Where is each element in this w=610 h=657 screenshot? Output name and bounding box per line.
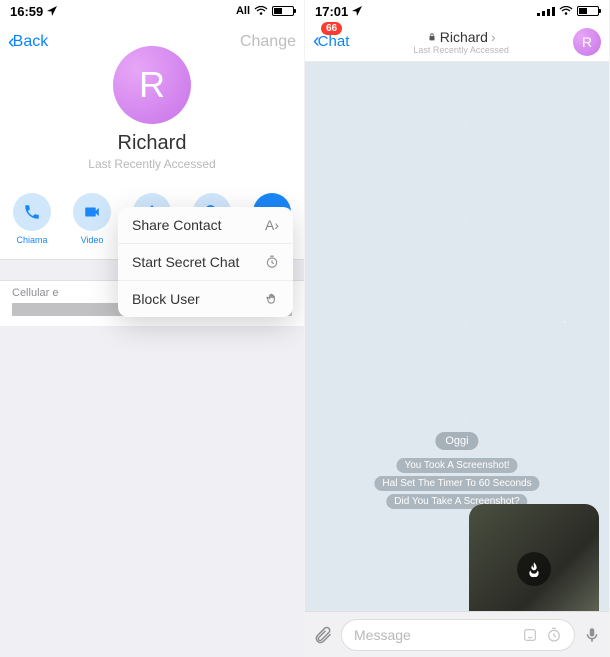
phone-icon xyxy=(23,203,41,221)
wifi-icon xyxy=(254,6,268,16)
chat-status: Last Recently Accessed xyxy=(413,45,509,55)
chat-body[interactable]: Oggi You Took A Screenshot! Hal Set The … xyxy=(305,62,609,611)
input-bar: Message xyxy=(305,611,609,657)
unread-badge: 66 xyxy=(321,22,342,35)
empty-area xyxy=(0,326,304,657)
call-label: Chiama xyxy=(16,235,47,245)
back-label: Back xyxy=(13,33,49,51)
menu-start-secret-chat[interactable]: Start Secret Chat xyxy=(118,244,293,281)
signal-icon xyxy=(537,6,555,16)
timer-icon[interactable] xyxy=(546,627,562,643)
status-time: 17:01 xyxy=(315,4,348,19)
system-message: Hal Set The Timer To 60 Seconds xyxy=(374,476,539,491)
lock-icon xyxy=(427,32,437,42)
timer-icon xyxy=(265,255,279,269)
location-arrow-icon xyxy=(352,6,362,16)
menu-label: Start Secret Chat xyxy=(132,254,239,270)
menu-share-contact[interactable]: Share Contact A› xyxy=(118,207,293,244)
battery-icon xyxy=(272,6,294,16)
date-pill: Oggi xyxy=(435,432,478,450)
chat-nav-bar: ‹ Chat 66 Richard › Last Recently Access… xyxy=(305,22,609,62)
hand-block-icon xyxy=(265,292,279,306)
status-time: 16:59 xyxy=(10,4,43,19)
location-arrow-icon xyxy=(47,6,57,16)
menu-label: Block User xyxy=(132,291,200,307)
more-menu-popover: Share Contact A› Start Secret Chat Block… xyxy=(118,207,293,317)
back-button[interactable]: ‹ Chat 66 xyxy=(313,30,349,53)
status-bar: 17:01 xyxy=(305,0,609,22)
message-placeholder: Message xyxy=(354,627,411,643)
call-button[interactable]: Chiama xyxy=(10,193,54,245)
system-message: You Took A Screenshot! xyxy=(396,458,517,473)
share-contact-icon: A› xyxy=(265,217,279,233)
wifi-icon xyxy=(559,6,573,16)
phone-right: 17:01 ‹ Chat 66 Richard › xyxy=(305,0,610,657)
media-message[interactable]: 17:01 ✓ xyxy=(469,504,599,611)
back-button[interactable]: ‹ Back xyxy=(8,31,48,54)
contact-status: Last Recently Accessed xyxy=(88,157,215,171)
menu-label: Share Contact xyxy=(132,217,222,233)
back-label: Chat xyxy=(318,33,350,50)
menu-block-user[interactable]: Block User xyxy=(118,281,293,317)
change-button[interactable]: Change xyxy=(240,33,296,51)
mic-button[interactable] xyxy=(583,626,601,644)
contact-name: Richard xyxy=(118,132,187,155)
attach-button[interactable] xyxy=(313,625,333,645)
status-bar: 16:59 All xyxy=(0,0,304,22)
self-destruct-icon xyxy=(517,552,551,586)
sticker-icon[interactable] xyxy=(522,627,538,643)
chat-title-area[interactable]: Richard › Last Recently Accessed xyxy=(349,29,573,55)
video-icon xyxy=(83,203,101,221)
phone-left: 16:59 All ‹ Back Change R Richard Last R… xyxy=(0,0,305,657)
nav-bar: ‹ Back Change xyxy=(0,22,304,62)
profile-header: R Richard Last Recently Accessed xyxy=(0,62,304,183)
chevron-right-icon: › xyxy=(491,29,496,45)
video-label: Video xyxy=(81,235,104,245)
video-button[interactable]: Video xyxy=(70,193,114,245)
message-input[interactable]: Message xyxy=(341,619,575,651)
carrier-label: All xyxy=(236,5,250,17)
chat-avatar[interactable]: R xyxy=(573,28,601,56)
battery-icon xyxy=(577,6,599,16)
chat-title-label: Richard xyxy=(440,29,488,45)
